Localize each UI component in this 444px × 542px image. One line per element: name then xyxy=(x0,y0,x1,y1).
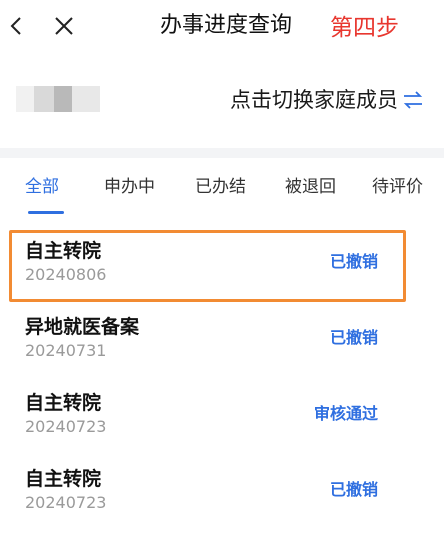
item-title: 自主转院 xyxy=(25,392,102,414)
tab-all[interactable]: 全部 xyxy=(25,176,59,198)
switch-family-member-button[interactable]: 点击切换家庭成员 xyxy=(230,86,426,114)
item-date: 20240723 xyxy=(25,417,107,436)
item-status: 已撤销 xyxy=(329,480,378,499)
tab-completed[interactable]: 已办结 xyxy=(195,176,246,198)
close-icon xyxy=(55,17,73,35)
step-annotation: 第四步 xyxy=(330,15,399,41)
close-button[interactable] xyxy=(50,12,78,40)
swap-arrows-icon xyxy=(403,91,423,109)
status-tabs: 全部 申办中 已办结 被退回 待评价 xyxy=(0,158,444,220)
back-button[interactable] xyxy=(6,12,26,40)
list-item[interactable]: 自主转院 20240723 审核通过 xyxy=(0,390,444,466)
item-title: 异地就医备案 xyxy=(25,316,140,338)
family-member-row: 点击切换家庭成员 xyxy=(0,76,444,136)
item-status: 审核通过 xyxy=(313,404,378,423)
item-date: 20240723 xyxy=(25,493,107,512)
item-date: 20240731 xyxy=(25,341,107,360)
switch-family-member-label: 点击切换家庭成员 xyxy=(230,88,398,112)
item-status: 已撤销 xyxy=(329,328,378,347)
tab-pending-review[interactable]: 待评价 xyxy=(372,176,423,198)
chevron-left-icon xyxy=(10,17,21,35)
page-title: 办事进度查询 xyxy=(159,13,292,38)
header-bar: 办事进度查询 第四步 xyxy=(0,0,444,56)
item-title: 自主转院 xyxy=(25,468,102,490)
highlight-box xyxy=(9,230,406,302)
tab-in-progress[interactable]: 申办中 xyxy=(104,176,155,198)
blurred-member-name xyxy=(16,86,100,112)
list-item[interactable]: 异地就医备案 20240731 已撤销 xyxy=(0,314,444,390)
section-divider xyxy=(0,148,444,158)
active-tab-indicator xyxy=(28,211,64,214)
tab-returned[interactable]: 被退回 xyxy=(285,176,336,198)
